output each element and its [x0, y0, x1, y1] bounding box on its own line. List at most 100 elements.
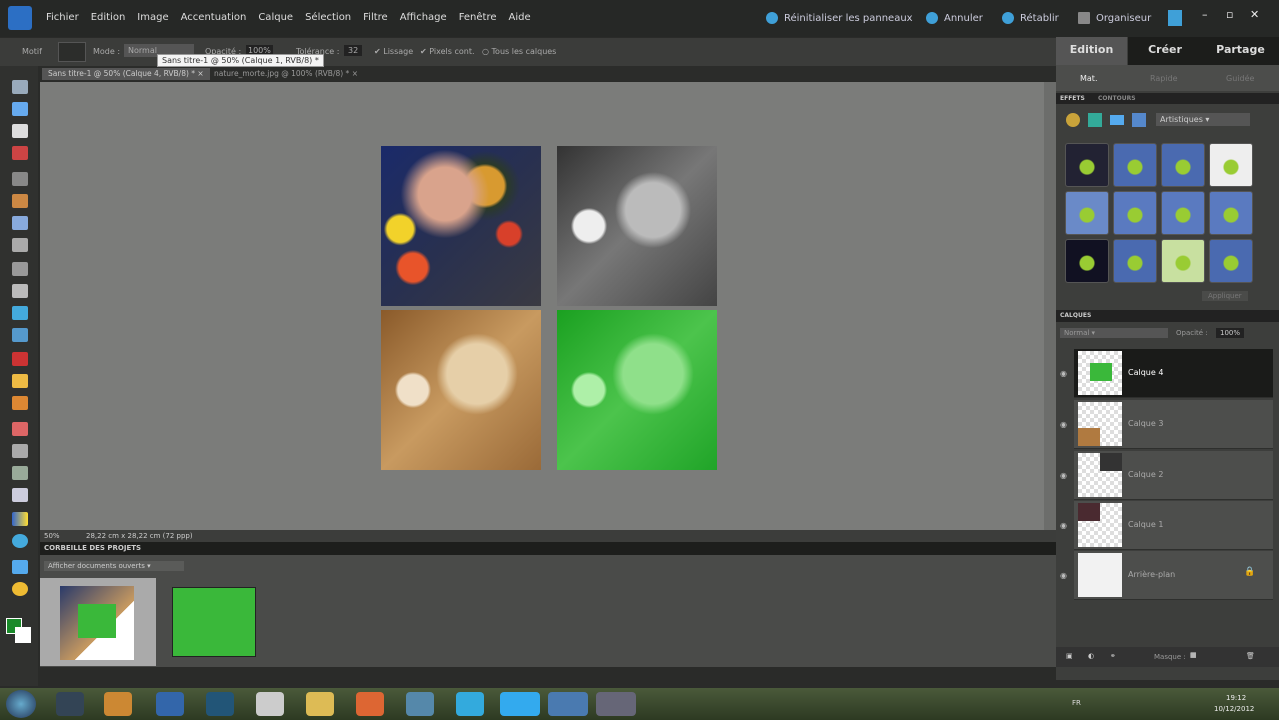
smart-brush-tool-icon[interactable] — [12, 466, 28, 480]
effect-thumbnail[interactable] — [1113, 143, 1157, 187]
redo-button[interactable]: Rétablir — [1002, 12, 1059, 24]
brush-tool-icon[interactable] — [12, 444, 28, 458]
subtab-rapide[interactable]: Rapide — [1150, 74, 1178, 83]
taskbar-skype-icon[interactable] — [500, 692, 540, 716]
tab-nature-morte[interactable]: nature_morte.jpg @ 100% (RVB/8) * × — [208, 68, 364, 80]
bin-thumb-green[interactable] — [172, 587, 256, 657]
cookie-cutter-tool-icon[interactable] — [12, 306, 28, 320]
shape-tool-icon[interactable] — [12, 534, 28, 548]
tab-effets[interactable]: EFFETS — [1060, 95, 1085, 102]
taskbar-word-icon[interactable] — [156, 692, 184, 716]
taskbar-explorer-icon[interactable] — [306, 692, 334, 716]
close-button[interactable]: ✕ — [1250, 8, 1259, 21]
crop-tool-icon[interactable] — [12, 284, 28, 298]
canvas-scrollbar[interactable] — [1044, 82, 1056, 530]
taskbar-firefox-icon[interactable] — [356, 692, 384, 716]
bin-thumb-selected[interactable] — [40, 578, 156, 666]
restore-button[interactable]: ▫ — [1226, 8, 1233, 21]
marquee-tool-icon[interactable] — [12, 172, 28, 186]
straighten-tool-icon[interactable] — [12, 328, 28, 342]
language-indicator[interactable]: FR — [1072, 699, 1081, 707]
layer-row-background[interactable]: Arrière-plan 🔒 — [1074, 551, 1273, 600]
tab-edition[interactable]: Edition — [1056, 37, 1127, 65]
visibility-eye-icon[interactable]: ◉ — [1060, 521, 1067, 530]
selection-brush-tool-icon[interactable] — [12, 238, 28, 252]
tab-partage[interactable]: Partage — [1202, 37, 1279, 65]
menu-edition[interactable]: Edition — [91, 12, 126, 23]
effect-thumbnail[interactable] — [1065, 239, 1109, 283]
move-tool-icon[interactable] — [12, 80, 28, 94]
effect-thumbnail[interactable] — [1065, 191, 1109, 235]
clock-date[interactable]: 10/12/2012 — [1214, 705, 1254, 713]
subtab-guidee[interactable]: Guidée — [1226, 74, 1254, 83]
paint-bucket-tool-icon[interactable] — [12, 488, 28, 502]
effects-category-dropdown[interactable]: Artistiques ▾ — [1156, 113, 1250, 126]
effect-thumbnail[interactable] — [1161, 191, 1205, 235]
styles-icon[interactable] — [1088, 113, 1102, 127]
blur-tool-icon[interactable] — [12, 560, 28, 574]
effect-thumbnail[interactable] — [1209, 191, 1253, 235]
new-layer-icon[interactable]: ▣ — [1066, 652, 1073, 660]
tab-creer[interactable]: Créer — [1128, 37, 1202, 65]
effect-thumbnail[interactable] — [1113, 239, 1157, 283]
menu-selection[interactable]: Sélection — [305, 12, 351, 23]
menu-calque[interactable]: Calque — [258, 12, 293, 23]
layer-row-calque-1[interactable]: Calque 1 — [1074, 501, 1273, 550]
visibility-eye-icon[interactable]: ◉ — [1060, 471, 1067, 480]
menu-aide[interactable]: Aide — [509, 12, 531, 23]
tab-sans-titre[interactable]: Sans titre-1 @ 50% (Calque 4, RVB/8) * × — [42, 68, 210, 80]
effect-thumbnail[interactable] — [1209, 143, 1253, 187]
visibility-eye-icon[interactable]: ◉ — [1060, 571, 1067, 580]
healing-brush-tool-icon[interactable] — [12, 374, 28, 388]
effect-thumbnail[interactable] — [1161, 143, 1205, 187]
link-icon[interactable]: ⚭ — [1110, 652, 1116, 660]
menu-filtre[interactable]: Filtre — [363, 12, 388, 23]
undo-button[interactable]: Annuler — [926, 12, 983, 24]
gradient-tool-icon[interactable] — [12, 512, 28, 526]
tolerance-input[interactable]: 32 — [344, 45, 363, 56]
minimize-button[interactable]: – — [1202, 8, 1208, 21]
adjustment-layer-icon[interactable]: ◐ — [1088, 652, 1094, 660]
effect-thumbnail[interactable] — [1161, 239, 1205, 283]
mask-lock-icon[interactable]: ▦ — [1190, 651, 1197, 659]
layer-row-calque-4[interactable]: Calque 4 — [1074, 349, 1273, 398]
effect-thumbnail[interactable] — [1209, 239, 1253, 283]
trash-icon[interactable]: 🗑 — [1246, 652, 1255, 660]
reset-panels-button[interactable]: Réinitialiser les panneaux — [766, 12, 913, 24]
red-eye-tool-icon[interactable] — [12, 352, 28, 366]
eyedropper-tool-icon[interactable] — [12, 146, 28, 160]
taskbar-photoshop-elements-icon[interactable] — [548, 692, 588, 716]
organizer-button[interactable]: Organiseur — [1078, 12, 1151, 24]
zoom-tool-icon[interactable] — [12, 102, 28, 116]
photo-effects-icon[interactable] — [1110, 115, 1124, 125]
zoom-level[interactable]: 50% — [44, 532, 60, 540]
apply-button[interactable]: Appliquer — [1202, 291, 1248, 301]
clone-stamp-tool-icon[interactable] — [12, 396, 28, 410]
menu-fichier[interactable]: Fichier — [46, 12, 79, 23]
start-button[interactable] — [6, 690, 36, 718]
blend-mode-dropdown[interactable]: Normal ▾ — [1060, 328, 1168, 338]
layer-row-calque-2[interactable]: Calque 2 — [1074, 451, 1273, 500]
sponge-tool-icon[interactable] — [12, 582, 28, 596]
filters-icon[interactable] — [1066, 113, 1080, 127]
clock-time[interactable]: 19:12 — [1226, 694, 1246, 702]
menu-fenetre[interactable]: Fenêtre — [459, 12, 497, 23]
menu-affichage[interactable]: Affichage — [400, 12, 447, 23]
all-effects-icon[interactable] — [1132, 113, 1146, 127]
canvas-area[interactable] — [40, 82, 1044, 530]
pattern-picker[interactable] — [58, 42, 86, 62]
magic-wand-tool-icon[interactable] — [12, 216, 28, 230]
menu-image[interactable]: Image — [137, 12, 168, 23]
all-layers-checkbox[interactable]: ○ Tous les calques — [482, 47, 556, 56]
text-tool-icon[interactable] — [12, 262, 28, 276]
taskbar-media-icon[interactable] — [104, 692, 132, 716]
taskbar-app-icon[interactable] — [406, 692, 434, 716]
taskbar-video-icon[interactable] — [596, 692, 636, 716]
lissage-checkbox[interactable]: ✔ Lissage — [374, 47, 413, 56]
visibility-eye-icon[interactable]: ◉ — [1060, 369, 1067, 378]
layer-opacity-input[interactable]: 100% — [1216, 328, 1245, 338]
menu-accentuation[interactable]: Accentuation — [181, 12, 247, 23]
taskbar-mail-icon[interactable] — [206, 692, 234, 716]
home-icon[interactable] — [1168, 10, 1182, 26]
hand-tool-icon[interactable] — [12, 124, 28, 138]
